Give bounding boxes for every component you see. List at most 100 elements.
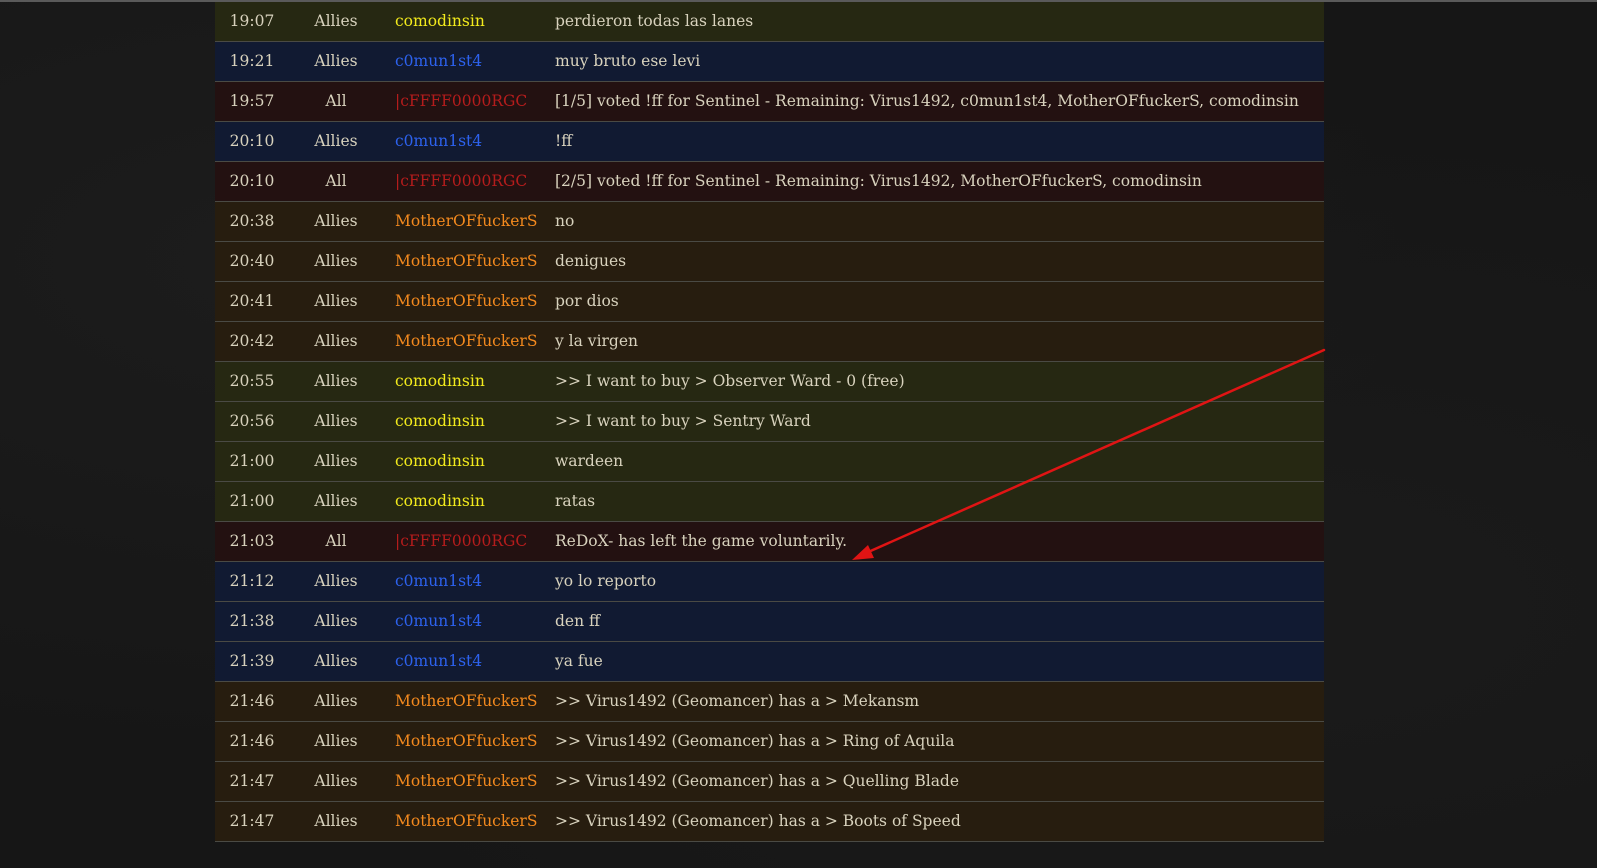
- chat-message: por dios: [555, 292, 619, 310]
- chat-time: 20:38: [229, 212, 275, 230]
- chat-message: >> I want to buy > Sentry Ward: [555, 412, 811, 430]
- chat-time: 21:46: [229, 692, 275, 710]
- chat-time: 20:10: [229, 132, 275, 150]
- chat-message: ya fue: [555, 652, 603, 670]
- chat-message: den ff: [555, 612, 601, 630]
- chat-time: 20:42: [229, 332, 275, 350]
- chat-time: 19:21: [229, 52, 275, 70]
- chat-player-name: MotherOFfuckerS: [395, 332, 538, 350]
- chat-mode: Allies: [314, 772, 358, 790]
- chat-row: 21:39 Allies c0mun1st4 ya fue: [215, 642, 1324, 682]
- chat-time: 20:10: [229, 172, 275, 190]
- chat-time: 21:38: [229, 612, 275, 630]
- chat-mode: Allies: [314, 252, 358, 270]
- chat-mode: Allies: [314, 132, 358, 150]
- chat-log-table: 19:07 Allies comodinsin perdieron todas las…: [215, 2, 1324, 842]
- chat-time: 21:47: [229, 812, 275, 830]
- chat-message: perdieron todas las lanes: [555, 12, 754, 30]
- chat-row: 20:38 Allies MotherOFfuckerS no: [215, 202, 1324, 242]
- chat-mode: All: [325, 172, 347, 190]
- chat-mode: Allies: [314, 452, 358, 470]
- chat-message: yo lo reporto: [555, 572, 657, 590]
- chat-player-name: c0mun1st4: [395, 652, 483, 670]
- chat-mode: Allies: [314, 212, 358, 230]
- chat-row: 19:57 All |cFFFF0000RGC [1/5] voted !ff for…: [215, 82, 1324, 122]
- chat-player-name: c0mun1st4: [395, 52, 483, 70]
- chat-mode: Allies: [314, 692, 358, 710]
- chat-time: 21:46: [229, 732, 275, 750]
- chat-message: >> Virus1492 (Geomancer) has a > Boots o…: [555, 812, 961, 830]
- chat-player-name: comodinsin: [395, 452, 485, 470]
- chat-row: 20:55 Allies comodinsin >> I want to buy > …: [215, 362, 1324, 402]
- chat-time: 19:07: [229, 12, 275, 30]
- chat-player-name: MotherOFfuckerS: [395, 812, 538, 830]
- chat-player-name: c0mun1st4: [395, 612, 483, 630]
- chat-row: 20:56 Allies comodinsin >> I want to buy > …: [215, 402, 1324, 442]
- chat-mode: Allies: [314, 372, 358, 390]
- chat-player-name: MotherOFfuckerS: [395, 732, 538, 750]
- chat-row: 19:21 Allies c0mun1st4 muy bruto ese levi: [215, 42, 1324, 82]
- chat-mode: All: [325, 532, 347, 550]
- chat-player-name: MotherOFfuckerS: [395, 252, 538, 270]
- chat-row: 21:46 Allies MotherOFfuckerS >> Virus1492 (…: [215, 722, 1324, 762]
- chat-row: 21:00 Allies comodinsin ratas: [215, 482, 1324, 522]
- chat-row: 21:46 Allies MotherOFfuckerS >> Virus1492 (…: [215, 682, 1324, 722]
- chat-player-name: |cFFFF0000RGC: [395, 172, 528, 190]
- chat-player-name: MotherOFfuckerS: [395, 292, 538, 310]
- chat-message: y la virgen: [555, 332, 639, 350]
- chat-row: 20:10 All |cFFFF0000RGC [2/5] voted !ff for…: [215, 162, 1324, 202]
- chat-mode: All: [325, 92, 347, 110]
- chat-player-name: |cFFFF0000RGC: [395, 532, 528, 550]
- chat-time: 21:00: [229, 452, 275, 470]
- chat-row: 19:07 Allies comodinsin perdieron todas las…: [215, 2, 1324, 42]
- chat-mode: Allies: [314, 812, 358, 830]
- chat-row: 21:00 Allies comodinsin wardeen: [215, 442, 1324, 482]
- chat-mode: Allies: [314, 612, 358, 630]
- chat-player-name: comodinsin: [395, 412, 485, 430]
- chat-player-name: MotherOFfuckerS: [395, 212, 538, 230]
- chat-mode: Allies: [314, 732, 358, 750]
- chat-message: >> Virus1492 (Geomancer) has a > Mekansm: [555, 692, 920, 710]
- chat-player-name: comodinsin: [395, 492, 485, 510]
- chat-message: wardeen: [555, 452, 624, 470]
- chat-mode: Allies: [314, 412, 358, 430]
- chat-time: 21:12: [229, 572, 275, 590]
- chat-row: 21:47 Allies MotherOFfuckerS >> Virus1492 (…: [215, 802, 1324, 842]
- chat-player-name: MotherOFfuckerS: [395, 772, 538, 790]
- chat-player-name: c0mun1st4: [395, 572, 483, 590]
- chat-message: ratas: [555, 492, 596, 510]
- chat-message: [2/5] voted !ff for Sentinel - Remaining…: [555, 172, 1202, 190]
- chat-player-name: comodinsin: [395, 12, 485, 30]
- chat-time: 21:47: [229, 772, 275, 790]
- chat-time: 19:57: [229, 92, 275, 110]
- chat-row: 20:41 Allies MotherOFfuckerS por dios: [215, 282, 1324, 322]
- chat-player-name: MotherOFfuckerS: [395, 692, 538, 710]
- chat-mode: Allies: [314, 52, 358, 70]
- chat-mode: Allies: [314, 652, 358, 670]
- chat-player-name: |cFFFF0000RGC: [395, 92, 528, 110]
- chat-player-name: c0mun1st4: [395, 132, 483, 150]
- chat-row: 20:10 Allies c0mun1st4 !ff: [215, 122, 1324, 162]
- chat-row: 21:38 Allies c0mun1st4 den ff: [215, 602, 1324, 642]
- chat-message: >> Virus1492 (Geomancer) has a > Ring of…: [555, 732, 955, 750]
- chat-row: 20:40 Allies MotherOFfuckerS denigues: [215, 242, 1324, 282]
- chat-time: 20:40: [229, 252, 275, 270]
- chat-row: 21:03 All |cFFFF0000RGC ReDoX- has left the…: [215, 522, 1324, 562]
- chat-message: [1/5] voted !ff for Sentinel - Remaining…: [555, 92, 1299, 110]
- chat-message: muy bruto ese levi: [555, 52, 701, 70]
- chat-time: 21:00: [229, 492, 275, 510]
- chat-mode: Allies: [314, 12, 358, 30]
- chat-time: 20:56: [229, 412, 275, 430]
- chat-time: 20:41: [229, 292, 275, 310]
- chat-row: 21:47 Allies MotherOFfuckerS >> Virus1492 (…: [215, 762, 1324, 802]
- chat-player-name: comodinsin: [395, 372, 485, 390]
- chat-message: >> Virus1492 (Geomancer) has a > Quellin…: [555, 772, 960, 790]
- chat-time: 20:55: [229, 372, 275, 390]
- chat-mode: Allies: [314, 572, 358, 590]
- chat-message: >> I want to buy > Observer Ward - 0 (fr…: [555, 372, 905, 390]
- chat-time: 21:39: [229, 652, 275, 670]
- chat-message: ReDoX- has left the game voluntarily.: [555, 532, 848, 550]
- chat-message: no: [555, 212, 575, 230]
- chat-row: 21:12 Allies c0mun1st4 yo lo reporto: [215, 562, 1324, 602]
- chat-mode: Allies: [314, 492, 358, 510]
